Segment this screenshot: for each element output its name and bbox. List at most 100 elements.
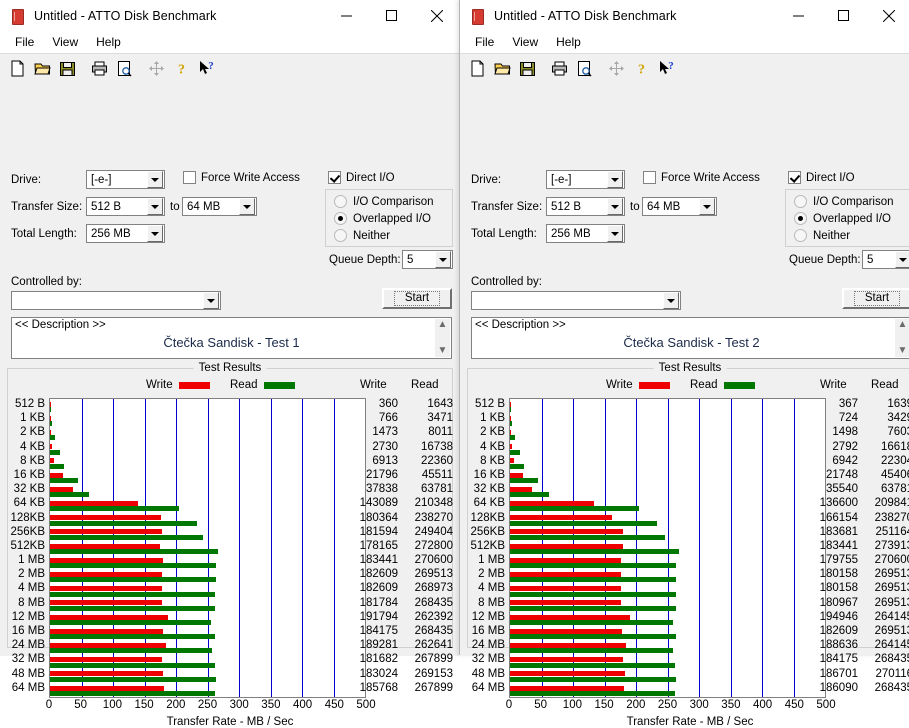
minimize-button[interactable]	[776, 0, 821, 31]
open-folder-icon[interactable]	[490, 56, 515, 81]
menu-bar-right[interactable]: File View Help	[460, 31, 909, 53]
menu-file[interactable]: File	[467, 33, 502, 51]
value-column-write-right: 3677241498279269422174835540136600166154…	[798, 398, 858, 696]
save-disk-icon[interactable]	[55, 56, 80, 81]
total-length-combo[interactable]: 256 MB	[86, 224, 165, 243]
radio-io-comparison[interactable]: I/O Comparison	[794, 195, 894, 208]
transfer-size-to-combo[interactable]: 64 MB	[182, 197, 257, 216]
chevron-down-icon[interactable]: ▼	[438, 345, 448, 357]
radio-button[interactable]	[334, 229, 347, 242]
controlled-by-combo[interactable]	[11, 291, 221, 310]
close-button[interactable]	[414, 0, 459, 31]
chevron-down-icon[interactable]	[895, 251, 909, 268]
chevron-down-icon[interactable]	[607, 198, 623, 215]
help-icon[interactable]: ?	[169, 56, 194, 81]
transfer-size-from-combo[interactable]: 512 B	[86, 197, 165, 216]
radio-overlapped-io[interactable]: Overlapped I/O	[794, 212, 891, 225]
radio-button[interactable]	[334, 212, 347, 225]
checkbox-box[interactable]	[183, 171, 196, 184]
radio-neither[interactable]: Neither	[334, 229, 390, 242]
force-write-access-checkbox[interactable]: Force Write Access	[183, 171, 300, 184]
chevron-down-icon[interactable]	[147, 171, 163, 188]
description-scrollbar[interactable]: ▲ ▼	[895, 319, 909, 357]
checkbox-box[interactable]	[788, 171, 801, 184]
chevron-down-icon[interactable]	[607, 225, 623, 242]
print-icon[interactable]	[547, 56, 572, 81]
toolbar-left[interactable]: ? ?	[0, 53, 459, 82]
test-results-group-left: Test Results Write Read Write Read 512 B…	[7, 368, 453, 648]
io-mode-group: I/O Comparison Overlapped I/O Neither	[785, 189, 909, 247]
radio-button[interactable]	[794, 229, 807, 242]
menu-help[interactable]: Help	[548, 33, 589, 51]
toolbar-right[interactable]: ? ?	[460, 53, 909, 82]
window-left[interactable]: Untitled - ATTO Disk Benchmark File View…	[0, 0, 460, 655]
context-help-icon[interactable]: ?	[654, 56, 679, 81]
print-preview-icon[interactable]	[572, 56, 597, 81]
direct-io-checkbox[interactable]: Direct I/O	[328, 171, 395, 184]
save-disk-icon[interactable]	[515, 56, 540, 81]
move-icon[interactable]	[604, 56, 629, 81]
chart-value-cell: 166154	[798, 512, 858, 526]
minimize-button[interactable]	[324, 0, 369, 31]
chevron-down-icon[interactable]	[239, 198, 255, 215]
drive-combo[interactable]: [-e-]	[546, 170, 625, 189]
print-preview-icon[interactable]	[112, 56, 137, 81]
title-bar-left[interactable]: Untitled - ATTO Disk Benchmark	[0, 0, 459, 31]
transfer-size-from-combo[interactable]: 512 B	[546, 197, 625, 216]
queue-depth-combo[interactable]: 5	[862, 250, 909, 269]
chart-bar-write	[510, 558, 621, 563]
radio-button[interactable]	[794, 195, 807, 208]
chevron-down-icon[interactable]	[147, 225, 163, 242]
queue-depth-label: Queue Depth:	[789, 254, 861, 266]
force-write-access-checkbox[interactable]: Force Write Access	[643, 171, 760, 184]
chevron-down-icon[interactable]	[663, 292, 679, 309]
checkbox-box[interactable]	[643, 171, 656, 184]
chart-value-cell: 185768	[338, 682, 398, 696]
chevron-down-icon[interactable]	[435, 251, 451, 268]
start-button[interactable]: Start	[382, 288, 452, 309]
transfer-size-to-combo[interactable]: 64 MB	[642, 197, 717, 216]
chevron-down-icon[interactable]	[607, 171, 623, 188]
title-bar-right[interactable]: Untitled - ATTO Disk Benchmark	[460, 0, 909, 31]
menu-help[interactable]: Help	[88, 33, 129, 51]
description-box[interactable]: << Description >> Čtečka Sandisk - Test …	[471, 317, 909, 359]
queue-depth-value: 5	[403, 254, 435, 266]
move-icon[interactable]	[144, 56, 169, 81]
chevron-down-icon[interactable]	[699, 198, 715, 215]
description-scrollbar[interactable]: ▲ ▼	[435, 319, 450, 357]
menu-view[interactable]: View	[44, 33, 86, 51]
open-folder-icon[interactable]	[30, 56, 55, 81]
direct-io-checkbox[interactable]: Direct I/O	[788, 171, 855, 184]
radio-button[interactable]	[334, 195, 347, 208]
menu-file[interactable]: File	[7, 33, 42, 51]
maximize-button[interactable]	[369, 0, 414, 31]
new-file-icon[interactable]	[5, 56, 30, 81]
chevron-down-icon[interactable]	[203, 292, 219, 309]
new-file-icon[interactable]	[465, 56, 490, 81]
checkbox-box[interactable]	[328, 171, 341, 184]
radio-io-comparison[interactable]: I/O Comparison	[334, 195, 434, 208]
total-length-combo[interactable]: 256 MB	[546, 224, 625, 243]
chevron-down-icon[interactable]: ▼	[898, 345, 908, 357]
radio-overlapped-io[interactable]: Overlapped I/O	[334, 212, 431, 225]
controlled-by-combo[interactable]	[471, 291, 681, 310]
print-icon[interactable]	[87, 56, 112, 81]
queue-depth-combo[interactable]: 5	[402, 250, 453, 269]
window-right[interactable]: Untitled - ATTO Disk Benchmark File View…	[459, 0, 909, 655]
chevron-up-icon[interactable]: ▲	[438, 319, 448, 331]
menu-view[interactable]: View	[504, 33, 546, 51]
description-box[interactable]: << Description >> Čtečka Sandisk - Test …	[11, 317, 452, 359]
help-icon[interactable]: ?	[629, 56, 654, 81]
chart-row-label: 256KB	[468, 526, 509, 540]
radio-neither[interactable]: Neither	[794, 229, 850, 242]
maximize-button[interactable]	[821, 0, 866, 31]
start-button[interactable]: Start	[842, 288, 909, 309]
radio-button[interactable]	[794, 212, 807, 225]
context-help-icon[interactable]: ?	[194, 56, 219, 81]
chevron-up-icon[interactable]: ▲	[898, 319, 908, 331]
menu-bar-left[interactable]: File View Help	[0, 31, 459, 53]
drive-combo[interactable]: [-e-]	[86, 170, 165, 189]
chart-xtick-label: 0	[506, 699, 512, 711]
chevron-down-icon[interactable]	[147, 198, 163, 215]
close-button[interactable]	[866, 0, 909, 31]
